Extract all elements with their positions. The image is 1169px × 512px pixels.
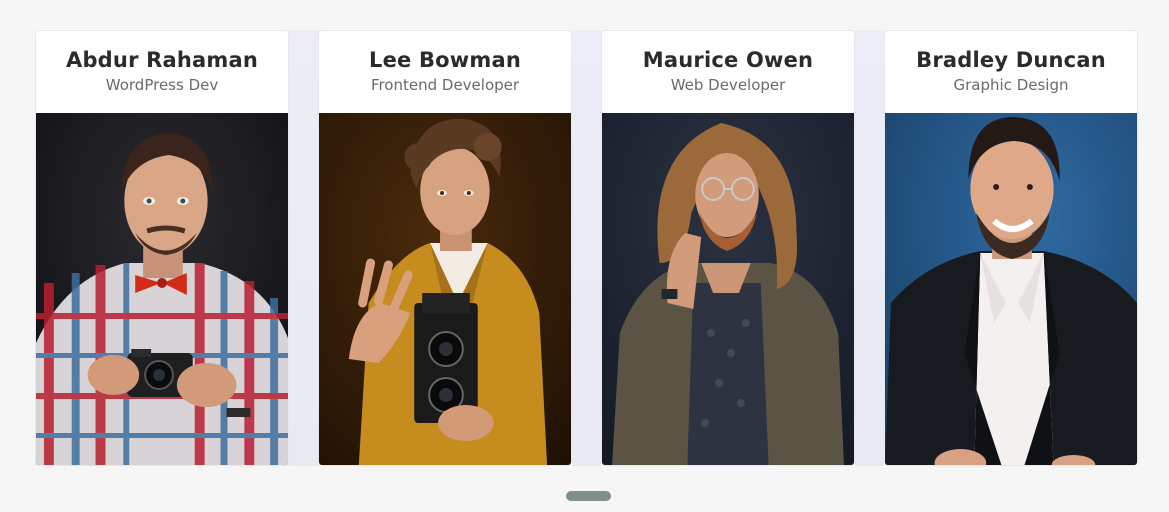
member-role: WordPress Dev [105,76,219,94]
card-gap [572,30,601,466]
team-card-maurice-owen[interactable]: Maurice Owen Web Developer [601,30,855,466]
member-photo [319,113,571,465]
portrait-photo-suit-icon [885,113,1137,465]
card-header: Bradley Duncan Graphic Design [885,31,1137,113]
portrait-photo-vintage-camera-icon [319,113,571,465]
portrait-photo-long-hair-icon [602,113,854,465]
member-role: Graphic Design [953,76,1069,94]
member-role: Web Developer [670,76,786,94]
member-name: Maurice Owen [642,48,814,72]
member-photo [36,113,288,465]
member-name: Bradley Duncan [916,48,1106,72]
member-photo [885,113,1137,465]
card-gap [289,30,318,466]
member-name: Abdur Rahaman [66,48,258,72]
card-header: Maurice Owen Web Developer [602,31,854,113]
portrait-photo-camera-bowtie-icon [36,113,288,465]
member-photo [602,113,854,465]
card-header: Lee Bowman Frontend Developer [319,31,571,113]
card-gap [855,30,884,466]
team-card-bradley-duncan[interactable]: Bradley Duncan Graphic Design [884,30,1138,466]
team-card-lee-bowman[interactable]: Lee Bowman Frontend Developer [318,30,572,466]
team-card-abdur-rahaman[interactable]: Abdur Rahaman WordPress Dev [35,30,289,466]
card-header: Abdur Rahaman WordPress Dev [36,31,288,113]
member-role: Frontend Developer [370,76,520,94]
member-name: Lee Bowman [368,48,521,72]
carousel-pager-dot-active[interactable] [566,491,611,501]
